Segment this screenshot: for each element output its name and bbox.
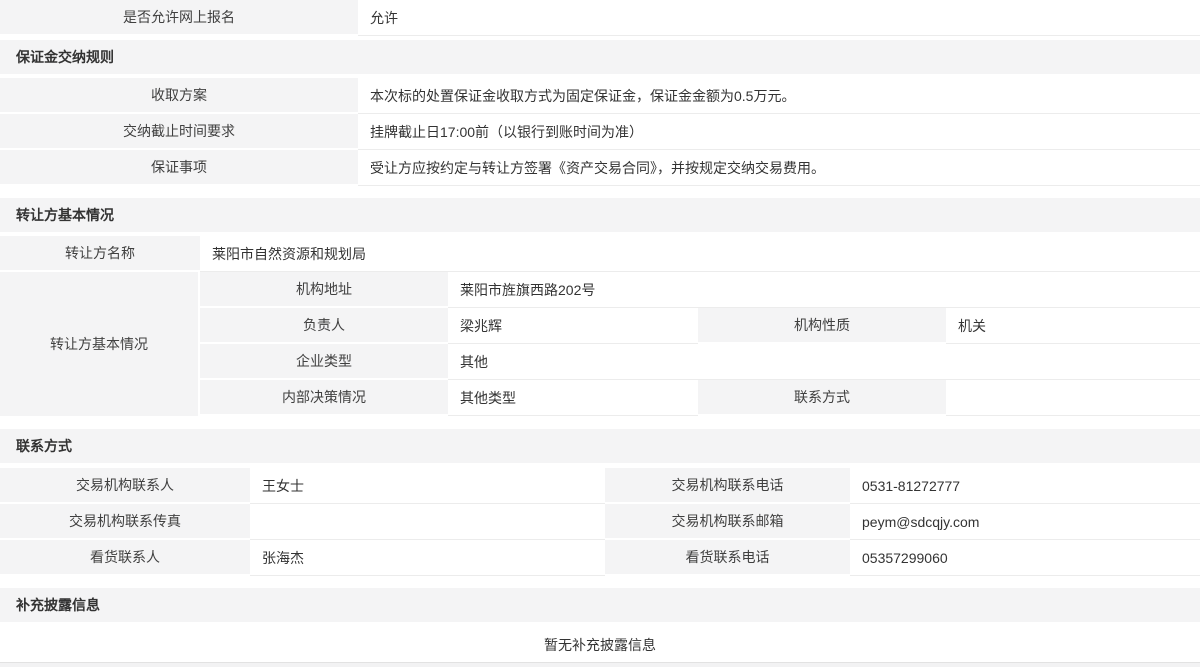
transferor-detail-rows: 机构地址 莱阳市旌旗西路202号 负责人 梁兆辉 机构性质 机关 企业类型 其他… [200,272,1200,416]
agency-phone-label: 交易机构联系电话 [605,468,850,504]
table-row: 交易机构联系传真 交易机构联系邮箱 peym@sdcqjy.com [0,504,1200,540]
inspection-contact-value: 张海杰 [250,540,605,576]
internal-decision-value: 其他类型 [448,380,698,416]
transferor-detail-block: 转让方基本情况 机构地址 莱阳市旌旗西路202号 负责人 梁兆辉 机构性质 机关… [0,272,1200,416]
contact-method-value [946,380,1200,416]
guarantee-items-value: 受让方应按约定与转让方签署《资产交易合同》，并按规定交纳交易费用。 [358,150,1200,186]
table-row: 交易机构联系人 王女士 交易机构联系电话 0531-81272777 [0,468,1200,504]
org-address-label: 机构地址 [200,272,448,308]
online-signup-value: 允许 [358,0,1200,36]
inspection-phone-value: 05357299060 [850,540,1200,576]
agency-contact-label: 交易机构联系人 [0,468,250,504]
online-signup-row: 是否允许网上报名 允许 [0,0,1200,36]
enterprise-type-label: 企业类型 [200,344,448,380]
org-nature-label: 机构性质 [698,308,946,344]
table-row: 保证事项 受让方应按约定与转让方签署《资产交易合同》，并按规定交纳交易费用。 [0,150,1200,186]
contact-method-label: 联系方式 [698,380,946,416]
agency-email-value: peym@sdcqjy.com [850,504,1200,540]
deposit-rules-table: 收取方案 本次标的处置保证金收取方式为固定保证金，保证金金额为0.5万元。 交纳… [0,78,1200,186]
transferor-name-label: 转让方名称 [0,236,200,272]
transferor-name-row: 转让方名称 莱阳市自然资源和规划局 [0,236,1200,272]
agency-contact-value: 王女士 [250,468,605,504]
transferor-name-value: 莱阳市自然资源和规划局 [200,236,1200,272]
org-address-value: 莱阳市旌旗西路202号 [448,272,1200,308]
section-header-deposit-rules: 保证金交纳规则 [0,40,1200,74]
contact-table: 交易机构联系人 王女士 交易机构联系电话 0531-81272777 交易机构联… [0,468,1200,576]
agency-email-label: 交易机构联系邮箱 [605,504,850,540]
deadline-value: 挂牌截止日17:00前（以银行到账时间为准） [358,114,1200,150]
table-row: 收取方案 本次标的处置保证金收取方式为固定保证金，保证金金额为0.5万元。 [0,78,1200,114]
table-row: 交纳截止时间要求 挂牌截止日17:00前（以银行到账时间为准） [0,114,1200,150]
section-header-contact: 联系方式 [0,429,1200,463]
person-in-charge-label: 负责人 [200,308,448,344]
table-row: 企业类型 其他 [200,344,1200,380]
section-header-supplement: 补充披露信息 [0,588,1200,622]
table-row: 内部决策情况 其他类型 联系方式 [200,380,1200,416]
agency-phone-value: 0531-81272777 [850,468,1200,504]
bottom-divider [0,662,1200,667]
enterprise-type-value: 其他 [448,344,1200,380]
table-row: 负责人 梁兆辉 机构性质 机关 [200,308,1200,344]
section-header-transferor-info: 转让方基本情况 [0,198,1200,232]
no-supplement-text: 暂无补充披露信息 [0,627,1200,662]
internal-decision-label: 内部决策情况 [200,380,448,416]
online-signup-label: 是否允许网上报名 [0,0,358,36]
table-row: 机构地址 莱阳市旌旗西路202号 [200,272,1200,308]
table-row: 看货联系人 张海杰 看货联系电话 05357299060 [0,540,1200,576]
guarantee-items-label: 保证事项 [0,150,358,186]
collect-plan-value: 本次标的处置保证金收取方式为固定保证金，保证金金额为0.5万元。 [358,78,1200,114]
transferor-detail-group-label: 转让方基本情况 [0,272,200,416]
deadline-label: 交纳截止时间要求 [0,114,358,150]
agency-fax-label: 交易机构联系传真 [0,504,250,540]
inspection-contact-label: 看货联系人 [0,540,250,576]
person-in-charge-value: 梁兆辉 [448,308,698,344]
inspection-phone-label: 看货联系电话 [605,540,850,576]
agency-fax-value [250,504,605,540]
collect-plan-label: 收取方案 [0,78,358,114]
org-nature-value: 机关 [946,308,1200,344]
